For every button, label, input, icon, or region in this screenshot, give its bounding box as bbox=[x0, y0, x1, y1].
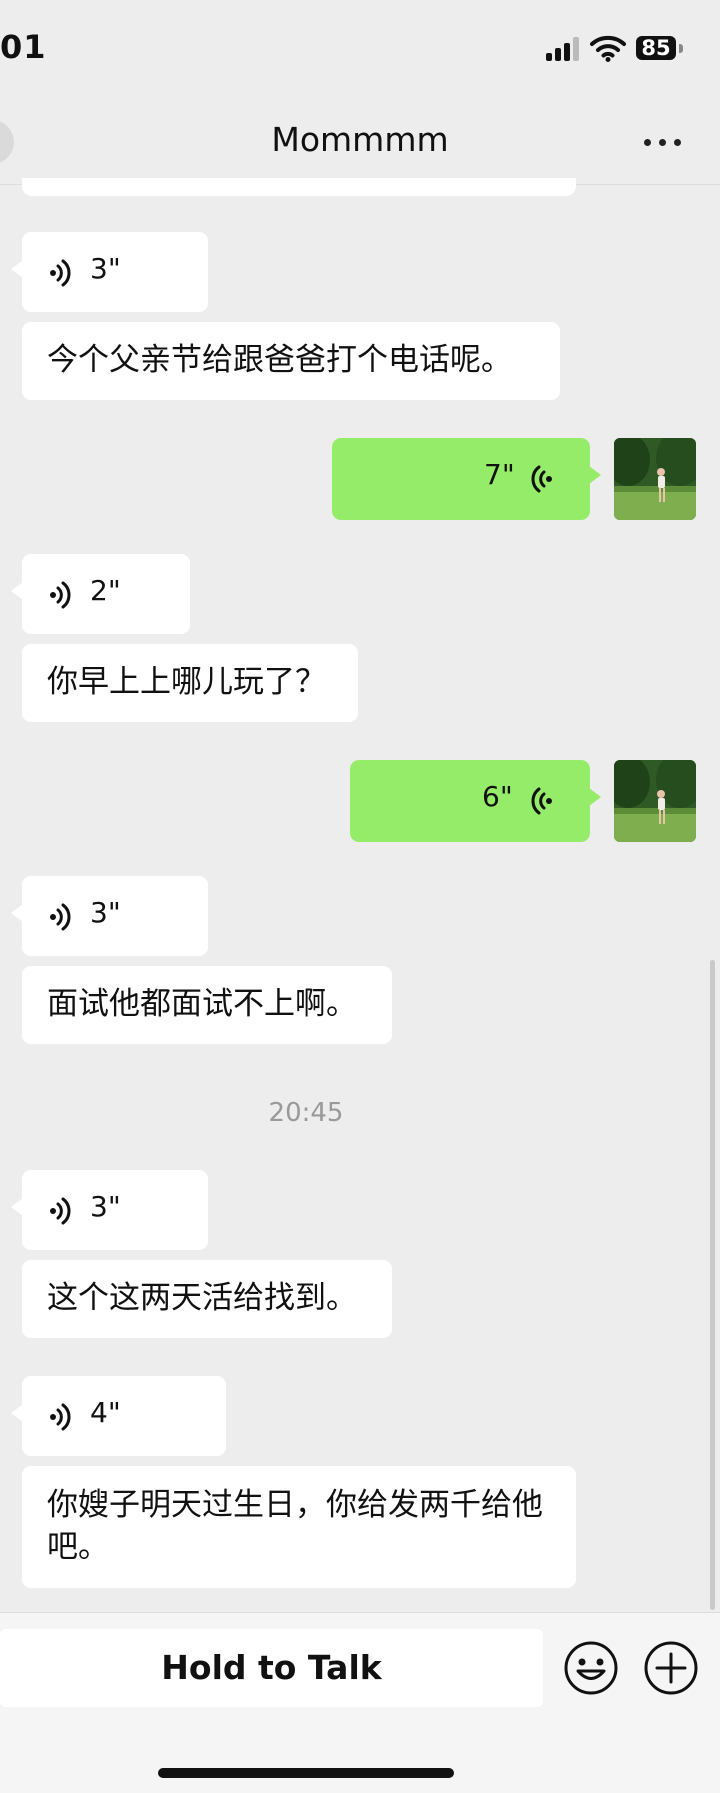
message-timestamp: 20:45 bbox=[268, 1098, 344, 1128]
incoming-text-message[interactable]: 今个父亲节给跟爸爸打个电话呢。 bbox=[22, 322, 560, 400]
chat-header: Mommmm bbox=[0, 100, 720, 185]
status-time: 01 bbox=[0, 28, 47, 66]
voice-duration: 3" bbox=[90, 1190, 121, 1223]
home-indicator bbox=[158, 1768, 454, 1778]
input-bar: Hold to Talk bbox=[0, 1612, 720, 1793]
status-bar: 01 85 bbox=[0, 0, 720, 100]
message-text: 你早上上哪儿玩了？ bbox=[47, 664, 326, 700]
incoming-voice-message[interactable]: 3" bbox=[11, 232, 208, 312]
voice-duration: 4" bbox=[90, 1396, 121, 1429]
incoming-text-message[interactable]: 你嫂子明天过生日，你给发两千给他吧。 bbox=[22, 1466, 576, 1588]
incoming-text-message[interactable]: 你早上上哪儿玩了？ bbox=[22, 644, 358, 722]
partial-message-bubble bbox=[22, 178, 576, 196]
plus-circle-icon[interactable] bbox=[643, 1640, 699, 1696]
voice-wave-icon bbox=[50, 1403, 71, 1431]
battery-nub bbox=[679, 44, 683, 53]
message-text: 面试他都面试不上啊。 bbox=[47, 986, 357, 1022]
battery-level: 85 bbox=[636, 36, 676, 60]
incoming-voice-message[interactable]: 2" bbox=[11, 554, 190, 634]
more-dots-icon[interactable] bbox=[644, 136, 684, 148]
outgoing-voice-message[interactable]: 7" bbox=[332, 438, 601, 520]
cellular-signal-icon bbox=[546, 37, 580, 61]
voice-wave-icon bbox=[531, 787, 552, 815]
voice-duration: 3" bbox=[90, 252, 121, 285]
message-text: 你嫂子明天过生日，你给发两千给他吧。 bbox=[47, 1487, 543, 1565]
voice-duration: 3" bbox=[90, 896, 121, 929]
voice-duration: 7" bbox=[484, 458, 515, 491]
user-avatar[interactable] bbox=[614, 438, 696, 520]
avatar-image bbox=[614, 438, 696, 520]
message-text: 今个父亲节给跟爸爸打个电话呢。 bbox=[47, 342, 512, 378]
avatar-image bbox=[614, 760, 696, 842]
incoming-voice-message[interactable]: 3" bbox=[11, 1170, 208, 1250]
voice-wave-icon bbox=[50, 903, 71, 931]
voice-duration: 2" bbox=[90, 574, 121, 607]
incoming-text-message[interactable]: 面试他都面试不上啊。 bbox=[22, 966, 392, 1044]
incoming-voice-message[interactable]: 3" bbox=[11, 876, 208, 956]
user-avatar[interactable] bbox=[614, 760, 696, 842]
voice-wave-icon bbox=[531, 465, 552, 493]
voice-wave-icon bbox=[50, 259, 71, 287]
voice-wave-icon bbox=[50, 581, 71, 609]
outgoing-voice-message[interactable]: 6" bbox=[350, 760, 601, 842]
incoming-text-message[interactable]: 这个这两天活给找到。 bbox=[22, 1260, 392, 1338]
message-text: 这个这两天活给找到。 bbox=[47, 1280, 357, 1316]
smiley-face-icon[interactable] bbox=[563, 1640, 619, 1696]
voice-wave-icon bbox=[50, 1197, 71, 1225]
wifi-icon bbox=[590, 35, 626, 62]
voice-duration: 6" bbox=[482, 780, 513, 813]
incoming-voice-message[interactable]: 4" bbox=[11, 1376, 226, 1456]
scrollbar[interactable] bbox=[710, 960, 715, 1610]
chat-title: Mommmm bbox=[271, 120, 449, 159]
hold-to-talk-button[interactable]: Hold to Talk bbox=[0, 1629, 543, 1707]
